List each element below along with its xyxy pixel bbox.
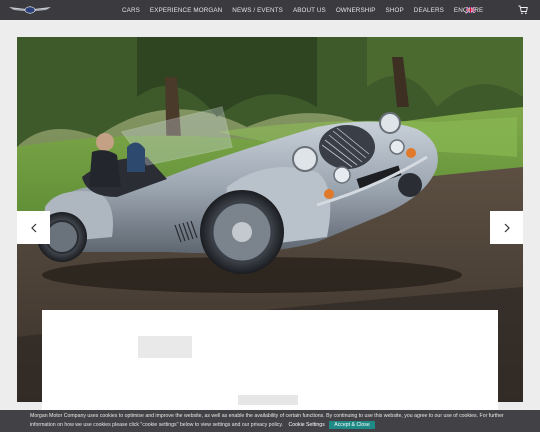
accept-close-button[interactable]: Accept & Close: [329, 421, 375, 429]
main-menu: CARS EXPERIENCE MORGAN NEWS / EVENTS ABO…: [122, 0, 493, 20]
nav-link-shop[interactable]: SHOP: [386, 7, 404, 14]
nav-link-news-events[interactable]: NEWS / EVENTS: [232, 7, 283, 14]
slider-next-button[interactable]: [490, 211, 523, 244]
uk-flag-icon[interactable]: [466, 7, 475, 13]
nav-link-about-us[interactable]: ABOUT US: [293, 7, 326, 14]
chevron-right-icon: [504, 223, 510, 232]
cookie-settings-link[interactable]: Cookie Settings: [288, 422, 324, 428]
shopping-cart-icon[interactable]: [518, 5, 528, 15]
nav-link-ownership[interactable]: OWNERSHIP: [336, 7, 376, 14]
nav-link-experience-morgan[interactable]: EXPERIENCE MORGAN: [150, 7, 222, 14]
chevron-left-icon: [30, 223, 36, 232]
cookie-text-line-2: information on how we use cookies please…: [30, 421, 510, 430]
cookie-text-line-2-text: information on how we use cookies please…: [30, 422, 283, 428]
caption-button-placeholder[interactable]: [238, 395, 298, 405]
slide-caption-card: [42, 310, 498, 410]
cookie-text-line-1: Morgan Motor Company uses cookies to opt…: [30, 413, 504, 419]
morgan-wings-logo-icon[interactable]: [8, 4, 52, 16]
slider-prev-button[interactable]: [17, 211, 50, 244]
cookie-consent-bar: Morgan Motor Company uses cookies to opt…: [0, 410, 540, 432]
nav-link-dealers[interactable]: DEALERS: [414, 7, 444, 14]
top-navigation: CARS EXPERIENCE MORGAN NEWS / EVENTS ABO…: [0, 0, 540, 20]
caption-image-placeholder: [138, 336, 192, 358]
nav-link-cars[interactable]: CARS: [122, 7, 140, 14]
